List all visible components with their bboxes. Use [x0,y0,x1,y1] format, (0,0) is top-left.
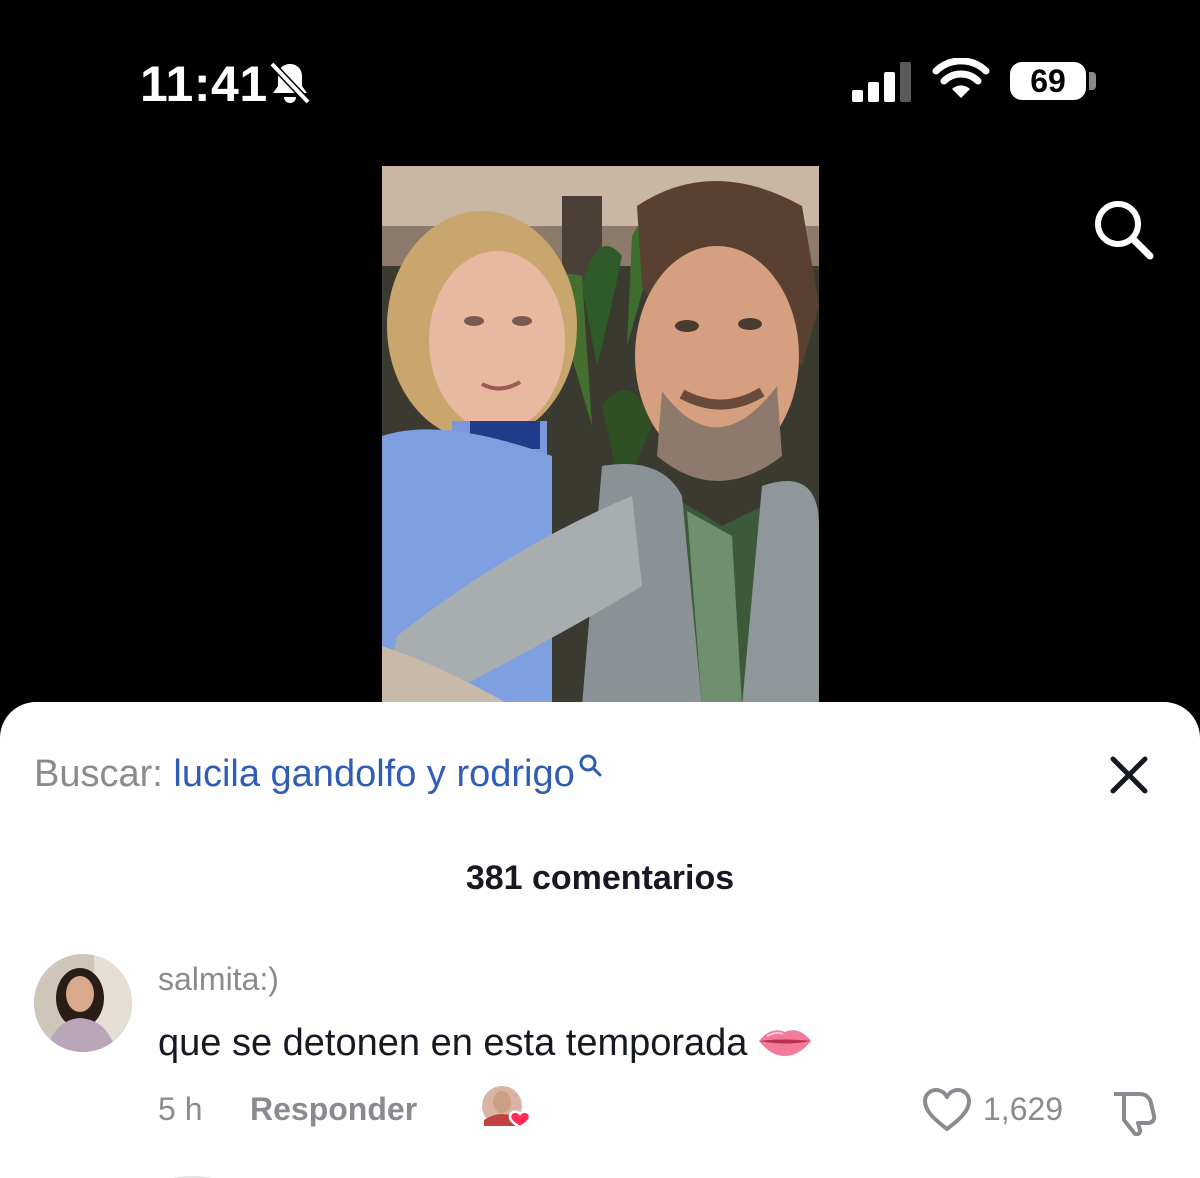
creator-liked-badge [482,1086,532,1129]
bell-muted-icon [269,61,311,105]
avatar-image [34,954,132,1052]
comment-username[interactable]: salmita:) [158,960,279,998]
battery-cap [1089,72,1096,90]
search-icon[interactable] [1090,196,1156,262]
search-icon [579,754,602,777]
reply-button[interactable]: Responder [250,1090,417,1128]
cellular-signal-icon [852,62,911,102]
dislike-icon[interactable] [1108,1086,1158,1136]
comments-sheet: Buscar: lucila gandolfo y rodrigo 381 co… [0,702,1200,1178]
search-suggestion-query[interactable]: lucila gandolfo y rodrigo [173,753,574,795]
avatar[interactable] [34,954,132,1052]
video-frame[interactable] [382,166,819,706]
battery-icon: 69 [1010,62,1086,100]
lips-icon [759,1030,812,1056]
status-time: 11:41 [140,56,268,112]
heart-icon[interactable] [922,1088,972,1132]
like-count: 1,629 [983,1091,1064,1127]
comment-text: que se detonen en esta temporada [158,1020,813,1066]
comment-timestamp: 5 h [158,1091,203,1127]
close-icon[interactable] [1108,754,1150,796]
search-suggestion[interactable]: Buscar: lucila gandolfo y rodrigo [34,752,603,796]
search-suggestion-prefix: Buscar: [34,753,174,795]
comment-count: 381 comentarios [465,859,735,897]
wifi-icon [932,58,990,98]
comment-body: que se detonen en esta temporada [158,1022,748,1064]
video-still-illustration [382,166,819,706]
